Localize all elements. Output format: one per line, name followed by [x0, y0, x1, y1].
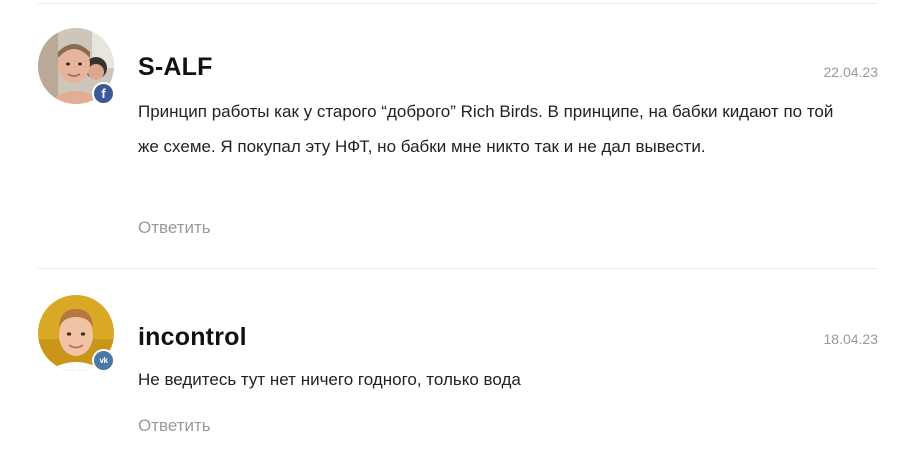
reply-button[interactable]: Ответить — [138, 218, 211, 238]
vk-icon: vk — [92, 349, 115, 372]
avatar: f — [38, 28, 115, 105]
reply-button[interactable]: Ответить — [138, 416, 211, 436]
facebook-icon: f — [92, 82, 115, 105]
comment-author[interactable]: S-ALF — [138, 53, 213, 82]
comment-item: f S-ALF 22.04.23 Принцип работы как у ст… — [38, 28, 878, 258]
comments-section: f S-ALF 22.04.23 Принцип работы как у ст… — [0, 0, 909, 453]
divider — [38, 3, 878, 4]
divider — [38, 268, 878, 269]
avatar: vk — [38, 295, 115, 372]
comment-item: vk incontrol 18.04.23 Не ведитесь тут не… — [38, 295, 878, 453]
comment-date: 22.04.23 — [823, 64, 879, 80]
comment-text: Не ведитесь тут нет ничего годного, толь… — [138, 370, 521, 389]
comment-text: Принцип работы как у старого “доброго” R… — [138, 102, 834, 156]
comment-author[interactable]: incontrol — [138, 323, 247, 352]
comment-date: 18.04.23 — [823, 331, 879, 347]
